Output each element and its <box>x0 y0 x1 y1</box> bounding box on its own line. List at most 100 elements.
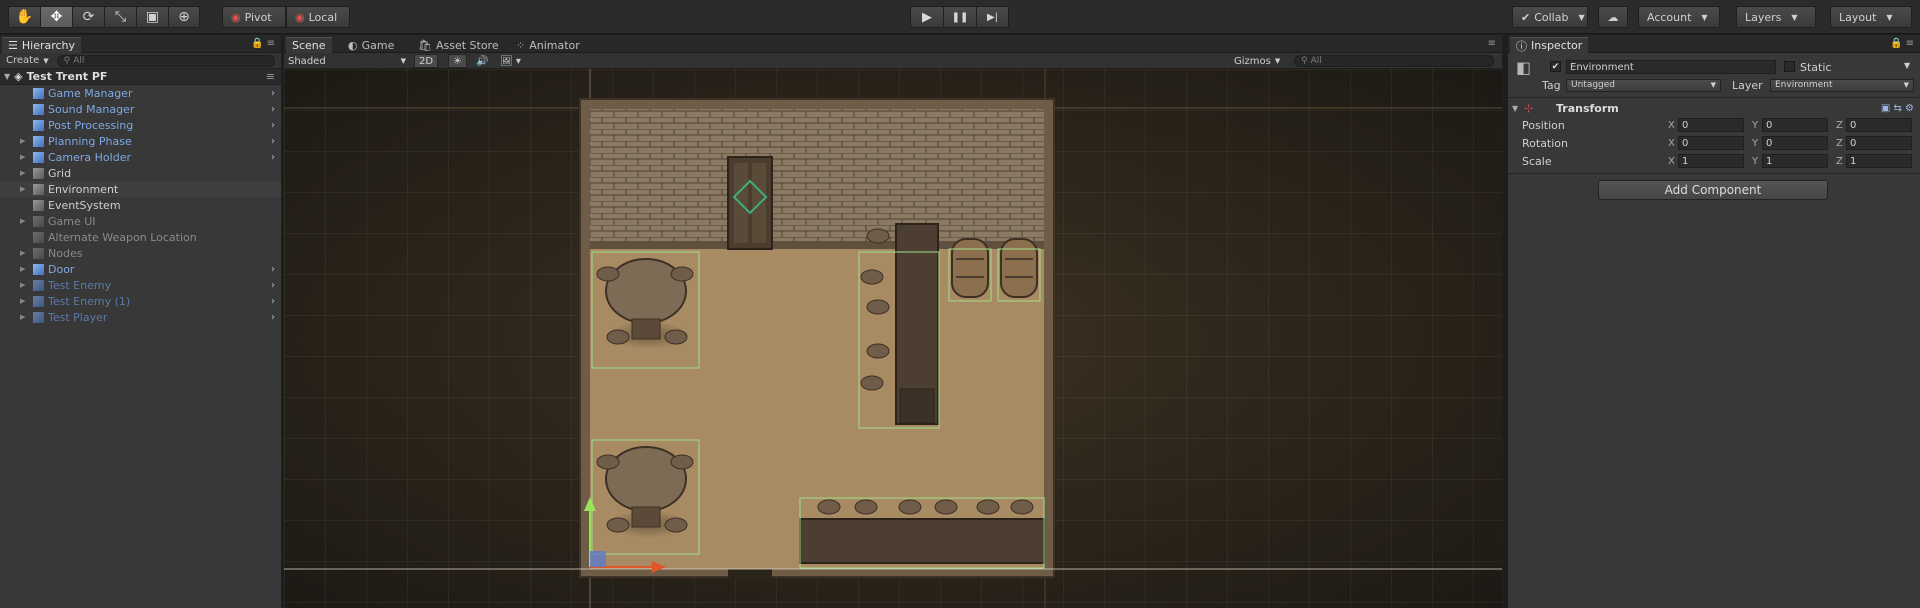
scene-search-input[interactable]: ⚲ All <box>1294 54 1494 68</box>
hierarchy-item[interactable]: Sound Manager › <box>0 101 281 117</box>
layout-dropdown[interactable]: Layout ▼ <box>1830 6 1912 28</box>
collab-button[interactable]: ✔ Collab ▼ <box>1512 6 1588 28</box>
audio-icon[interactable]: 🔊 <box>476 54 488 68</box>
hierarchy-item[interactable]: ▶ Environment <box>0 181 281 197</box>
expand-arrow-icon[interactable]: ▶ <box>20 313 25 321</box>
scale-x-field[interactable]: 1 <box>1678 154 1744 168</box>
add-component-button[interactable]: Add Component <box>1598 180 1828 200</box>
expand-arrow-icon[interactable]: ▶ <box>20 281 25 289</box>
hierarchy-item[interactable]: ▶ Door › <box>0 261 281 277</box>
info-icon: ⓘ <box>1516 39 1527 53</box>
add-component-label: Add Component <box>1664 183 1762 197</box>
rotation-z-field[interactable]: 0 <box>1846 136 1912 150</box>
step-icon[interactable]: ▶| <box>976 6 1009 28</box>
lighting-icon[interactable]: ☀ <box>448 54 467 68</box>
hierarchy-item[interactable]: Alternate Weapon Location <box>0 229 281 245</box>
axis-label-x: X <box>1668 119 1675 131</box>
expand-arrow-icon[interactable]: ▶ <box>20 297 25 305</box>
local-toggle[interactable]: ◉ Local <box>286 6 350 28</box>
scene-viewport[interactable] <box>284 69 1502 608</box>
hierarchy-item[interactable]: ▶ Test Enemy › <box>0 277 281 293</box>
static-checkbox[interactable] <box>1784 61 1795 72</box>
panel-menu-icon[interactable]: ≡ <box>1488 38 1496 49</box>
expand-arrow-icon[interactable]: ▶ <box>20 249 25 257</box>
hierarchy-item[interactable]: ▶ Test Player › <box>0 309 281 325</box>
rect-icon[interactable]: ▣ <box>136 6 168 28</box>
expand-arrow-icon[interactable]: ▶ <box>20 217 25 225</box>
tab-animator[interactable]: ⁘ Animator <box>510 37 586 53</box>
expand-arrow-icon[interactable]: ▶ <box>20 265 25 273</box>
position-x-field[interactable]: 0 <box>1678 118 1744 132</box>
create-button[interactable]: Create ▼ <box>6 55 49 66</box>
hierarchy-item[interactable]: ▶ Test Enemy (1) › <box>0 293 281 309</box>
account-dropdown[interactable]: Account ▼ <box>1638 6 1720 28</box>
pivot-toggle[interactable]: ◉ Pivot <box>222 6 286 28</box>
hierarchy-item[interactable]: ▶ Nodes <box>0 245 281 261</box>
scene-menu-icon[interactable]: ≡ <box>266 70 275 83</box>
panel-menu-icon[interactable]: 🔒 ≡ <box>251 38 275 49</box>
cloud-button[interactable]: ☁ <box>1598 6 1628 28</box>
prefab-open-icon[interactable]: › <box>271 120 275 131</box>
tab-game[interactable]: ◐ Game <box>342 37 400 53</box>
hierarchy-item[interactable]: ▶ Grid <box>0 165 281 181</box>
expand-arrow-icon[interactable]: ▶ <box>20 169 25 177</box>
scene-root-row[interactable]: ▼ ◈ Test Trent PF ≡ <box>0 69 281 85</box>
hierarchy-item[interactable]: Post Processing › <box>0 117 281 133</box>
hierarchy-item[interactable]: EventSystem <box>0 197 281 213</box>
scale-z-field[interactable]: 1 <box>1846 154 1912 168</box>
transform-row-label: Rotation <box>1522 136 1569 150</box>
hierarchy-item[interactable]: ▶ Game UI <box>0 213 281 229</box>
prefab-open-icon[interactable]: › <box>271 152 275 163</box>
move-icon[interactable]: ✥ <box>40 6 72 28</box>
panel-menu-icon[interactable]: 🔒 ≡ <box>1890 38 1914 49</box>
local-icon: ◉ <box>295 10 305 24</box>
active-checkbox[interactable]: ✔ <box>1550 61 1561 72</box>
tab-hierarchy[interactable]: ☰ Hierarchy <box>2 37 82 53</box>
chevron-down-icon[interactable]: ▼ <box>1904 61 1910 70</box>
expand-arrow-icon: ▼ <box>4 72 11 81</box>
layers-dropdown[interactable]: Layers ▼ <box>1736 6 1816 28</box>
effects-icon[interactable]: 🖼 ▾ <box>500 54 521 68</box>
pause-icon[interactable]: ❚❚ <box>943 6 976 28</box>
prefab-open-icon[interactable]: › <box>271 264 275 275</box>
rotate-icon[interactable]: ⟳ <box>72 6 104 28</box>
tag-dropdown[interactable]: Untagged ▼ <box>1566 78 1721 92</box>
prefab-open-icon[interactable]: › <box>271 136 275 147</box>
gizmos-dropdown[interactable]: Gizmos ▼ <box>1234 54 1280 68</box>
play-icon[interactable]: ▶ <box>910 6 943 28</box>
expand-arrow-icon[interactable]: ▶ <box>20 137 25 145</box>
tab-scene[interactable]: Scene <box>286 37 332 53</box>
hierarchy-item[interactable]: Game Manager › <box>0 85 281 101</box>
transform-icon[interactable]: ⊕ <box>168 6 200 28</box>
list-icon: ☰ <box>8 39 18 52</box>
shading-mode-dropdown[interactable]: Shaded ▼ <box>288 54 406 68</box>
expand-arrow-icon[interactable]: ▶ <box>20 153 25 161</box>
rotation-y-field[interactable]: 0 <box>1762 136 1828 150</box>
prefab-open-icon[interactable]: › <box>271 312 275 323</box>
hierarchy-item[interactable]: ▶ Planning Phase › <box>0 133 281 149</box>
hierarchy-tree: Game Manager › Sound Manager › Post Processi… <box>0 85 281 325</box>
tab-inspector[interactable]: ⓘ Inspector <box>1510 37 1589 53</box>
axis-label-y: Y <box>1752 155 1759 167</box>
toggle-2d-button[interactable]: 2D <box>414 54 439 68</box>
scale-icon[interactable]: ⤡ <box>104 6 136 28</box>
expand-arrow-icon[interactable]: ▶ <box>20 185 25 193</box>
prefab-open-icon[interactable]: › <box>271 296 275 307</box>
component-settings-icon[interactable]: ▣ ⇆ ⚙ <box>1881 103 1914 114</box>
tab-asset-store[interactable]: 🛍 Asset Store <box>412 37 505 53</box>
prefab-open-icon[interactable]: › <box>271 104 275 115</box>
expand-arrow-icon[interactable]: ▼ <box>1512 104 1518 113</box>
transform-header[interactable]: ▼ ⊹ Transform ▣ ⇆ ⚙ <box>1508 99 1920 117</box>
chevron-down-icon: ▼ <box>1886 12 1893 22</box>
position-y-field[interactable]: 0 <box>1762 118 1828 132</box>
position-z-field[interactable]: 0 <box>1846 118 1912 132</box>
hierarchy-search-input[interactable]: ⚲ All <box>56 54 275 67</box>
hand-icon[interactable]: ✋ <box>8 6 40 28</box>
hierarchy-item[interactable]: ▶ Camera Holder › <box>0 149 281 165</box>
scale-y-field[interactable]: 1 <box>1762 154 1828 168</box>
prefab-open-icon[interactable]: › <box>271 280 275 291</box>
object-name-field[interactable]: Environment <box>1566 60 1776 74</box>
layer-dropdown[interactable]: Environment ▼ <box>1770 78 1914 92</box>
prefab-open-icon[interactable]: › <box>271 88 275 99</box>
rotation-x-field[interactable]: 0 <box>1678 136 1744 150</box>
